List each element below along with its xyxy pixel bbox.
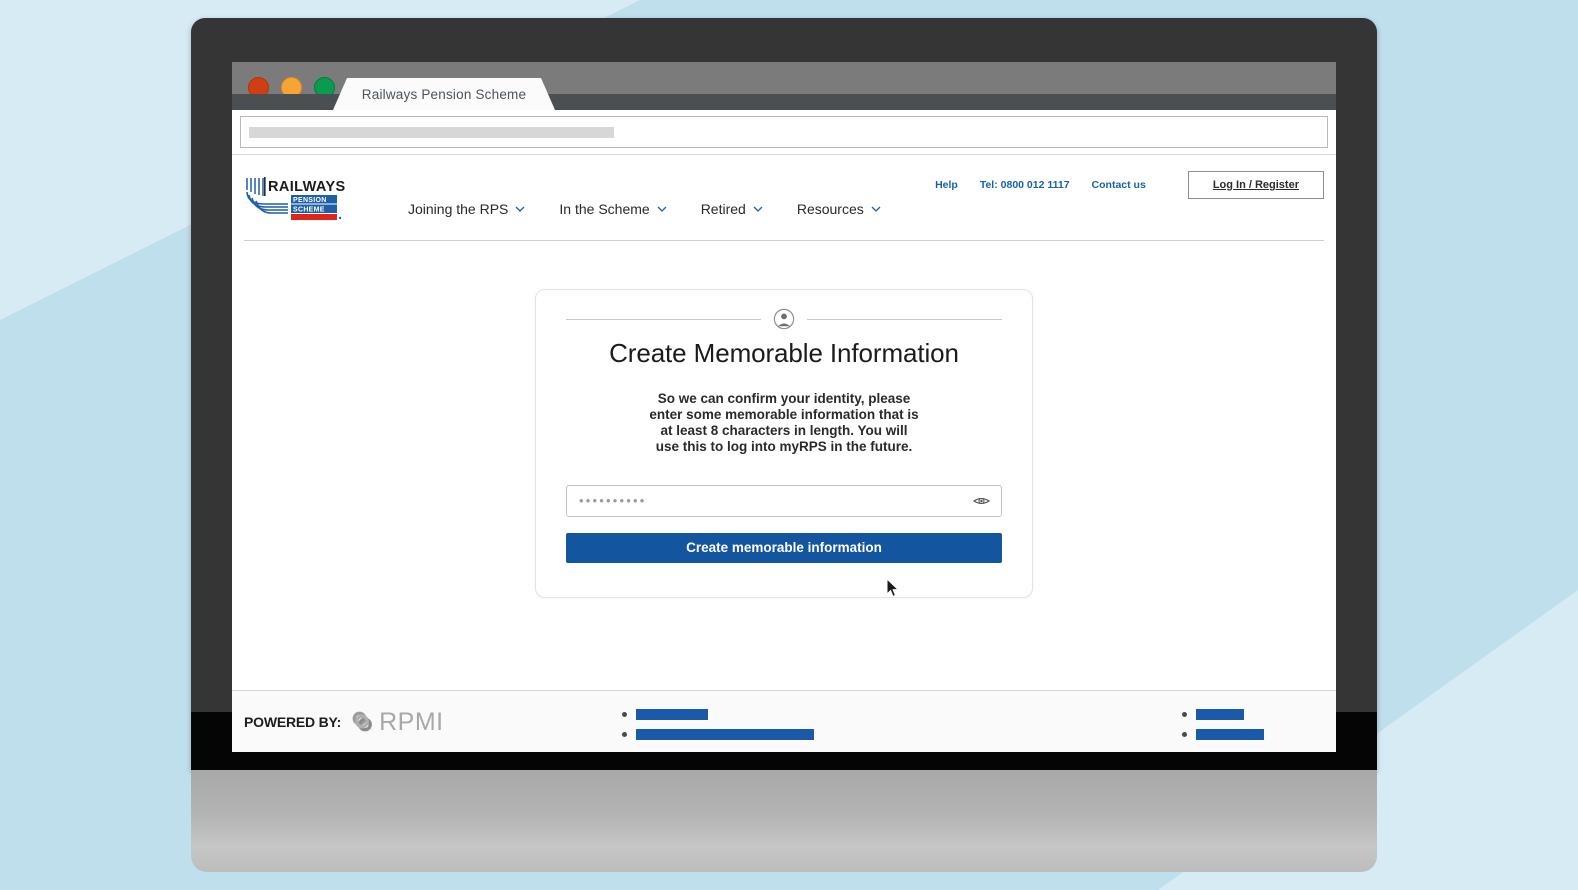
- address-bar-container: [232, 110, 1336, 155]
- bullet-icon: [622, 712, 627, 717]
- divider-line-left: [566, 318, 761, 320]
- chevron-down-icon: [657, 206, 667, 212]
- user-avatar-icon: [773, 308, 795, 330]
- footer-redacted-link: [1196, 709, 1244, 720]
- browser-chrome: Railways Pension Scheme: [232, 62, 1336, 110]
- footer-redacted-link: [636, 729, 814, 740]
- chevron-down-icon: [515, 206, 525, 212]
- railways-pension-scheme-logo[interactable]: RAILWAYS PENSION SCHEME: [244, 173, 354, 221]
- footer-redacted-link: [1196, 729, 1264, 740]
- card-header-divider: [566, 308, 1002, 330]
- list-item[interactable]: [622, 729, 814, 740]
- bullet-icon: [1182, 712, 1187, 717]
- bullet-icon: [622, 732, 627, 737]
- footer-column-1: [622, 709, 814, 749]
- powered-by-label: POWERED BY:: [244, 714, 342, 730]
- brand-and-navigation: RAILWAYS PENSION SCHEME Joining the RPS: [244, 173, 1324, 221]
- header-divider: [244, 240, 1324, 241]
- browser-tab[interactable]: Railways Pension Scheme: [333, 78, 555, 110]
- site-header: Help Tel: 0800 012 1117 Contact us Log I…: [232, 155, 1336, 241]
- bullet-icon: [1182, 732, 1187, 737]
- page-title: Create Memorable Information: [609, 338, 959, 368]
- nav-item-retired[interactable]: Retired: [701, 201, 763, 217]
- main-navigation: Joining the RPS In the Scheme Retired Re…: [408, 201, 881, 221]
- footer-redacted-link: [636, 709, 708, 720]
- powered-by-block: POWERED BY: RPMI: [244, 709, 444, 735]
- divider-line-right: [807, 318, 1002, 320]
- list-item[interactable]: [1182, 729, 1312, 740]
- card-description: So we can confirm your identity, please …: [649, 391, 919, 454]
- rpmi-rings-icon: [352, 711, 373, 732]
- create-memorable-information-card: Create Memorable Information So we can c…: [535, 289, 1033, 598]
- footer-column-2: [1182, 709, 1312, 749]
- chevron-down-icon: [871, 206, 881, 212]
- nav-item-label: Retired: [700, 201, 746, 217]
- address-bar[interactable]: [240, 116, 1328, 148]
- memorable-information-input[interactable]: ••••••••••: [566, 484, 1002, 517]
- footer-link-columns: [622, 709, 1312, 749]
- list-item[interactable]: [1182, 709, 1312, 720]
- svg-text:SCHEME: SCHEME: [293, 207, 325, 214]
- eye-icon[interactable]: [973, 495, 990, 506]
- nav-item-in-the-scheme[interactable]: In the Scheme: [559, 201, 667, 217]
- site-footer: POWERED BY: RPMI: [232, 690, 1336, 752]
- svg-text:PENSION: PENSION: [293, 197, 327, 204]
- svg-text:RAILWAYS: RAILWAYS: [268, 179, 346, 195]
- browser-window: Railways Pension Scheme Help Tel: 0800 0…: [232, 62, 1336, 752]
- nav-item-label: Joining the RPS: [408, 201, 509, 217]
- address-bar-redacted-url: [249, 126, 614, 138]
- laptop-base: [191, 770, 1377, 872]
- browser-tab-label: Railways Pension Scheme: [361, 86, 527, 102]
- chevron-down-icon: [753, 206, 763, 212]
- rpmi-logo[interactable]: RPMI: [350, 709, 444, 735]
- main-content: Create Memorable Information So we can c…: [232, 241, 1336, 690]
- nav-item-joining-the-rps[interactable]: Joining the RPS: [408, 201, 525, 217]
- memorable-information-masked-value: ••••••••••: [579, 493, 647, 509]
- web-page: Help Tel: 0800 012 1117 Contact us Log I…: [232, 155, 1336, 752]
- list-item[interactable]: [622, 709, 814, 720]
- nav-item-label: Resources: [796, 201, 864, 217]
- laptop-frame: Railways Pension Scheme Help Tel: 0800 0…: [191, 18, 1377, 770]
- create-memorable-information-button[interactable]: Create memorable information: [566, 532, 1002, 563]
- logo-artwork: RAILWAYS PENSION SCHEME: [246, 177, 346, 220]
- nav-item-label: In the Scheme: [559, 201, 650, 217]
- nav-item-resources[interactable]: Resources: [797, 201, 881, 217]
- rpmi-wordmark: RPMI: [379, 707, 444, 736]
